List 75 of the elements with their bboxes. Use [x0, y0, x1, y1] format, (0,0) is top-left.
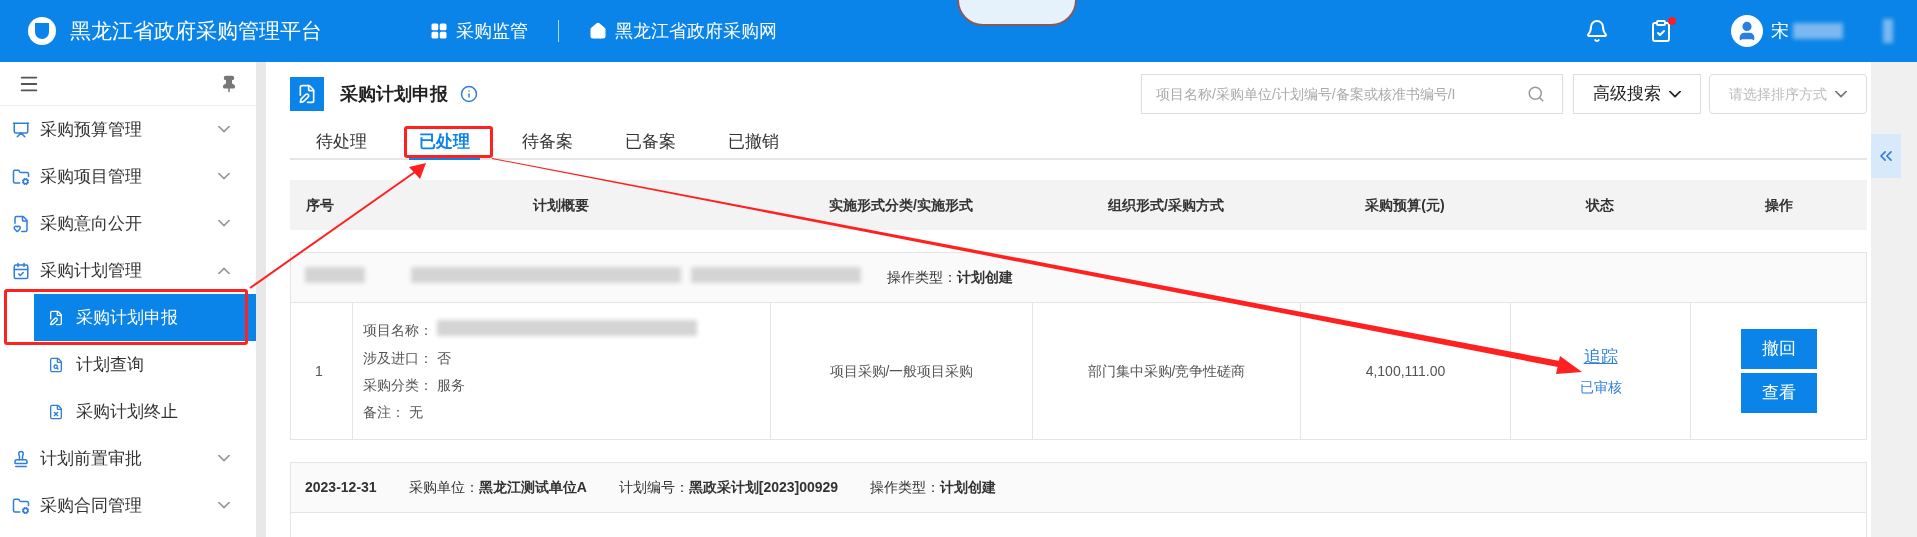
- table-cell: 项目采购/一般项目采购: [771, 303, 1033, 439]
- tab[interactable]: 待处理: [306, 126, 377, 160]
- chevron-icon: [1669, 90, 1681, 98]
- summary-line: 采购分类： 服务: [363, 375, 465, 395]
- column-header: 状态: [1584, 195, 1615, 215]
- tab[interactable]: 已备案: [615, 126, 686, 160]
- action-button[interactable]: 撤回: [1740, 329, 1817, 369]
- menu-item-icon: [48, 356, 64, 373]
- chevron-icon: [1835, 90, 1847, 98]
- chevron-icon: [218, 502, 230, 509]
- column-header: 计划概要: [531, 195, 590, 215]
- clipboard-check-icon: [1649, 19, 1673, 43]
- status-text: 已审核: [1579, 378, 1622, 398]
- column-header: 操作: [1763, 195, 1794, 215]
- column-header: 组织形式/采购方式: [1107, 195, 1225, 215]
- menu-item-icon: [12, 261, 30, 280]
- record-meta: 计划编号：黑政采计划[2023]00929: [618, 478, 839, 497]
- nav-link[interactable]: 黑龙江省政府采购网: [589, 17, 777, 45]
- column-header: 实施形式分类/实施形式: [828, 195, 974, 215]
- page-title: 采购计划申报: [340, 82, 448, 106]
- summary-line: 涉及进口： 否: [363, 348, 451, 368]
- sidebar-item[interactable]: 采购预算管理: [0, 106, 256, 153]
- sidebar-item[interactable]: 采购意向公开: [0, 200, 256, 247]
- user-name[interactable]: 宋: [1771, 17, 1789, 45]
- column-header: 序号: [305, 195, 335, 215]
- redacted-block: [1883, 19, 1893, 43]
- page-icon: [290, 77, 324, 111]
- record-meta: 2023-12-31: [305, 478, 377, 497]
- search-icon[interactable]: [1527, 85, 1545, 103]
- sidebar-subitem[interactable]: 采购计划终止: [34, 388, 256, 435]
- home-icon: [589, 22, 607, 40]
- menu-item-icon: [12, 120, 30, 139]
- summary-line: 备注： 无: [363, 402, 423, 422]
- record-meta: 采购单位：黑龙江测试单位A: [408, 478, 587, 497]
- nav-link[interactable]: 采购监管: [430, 17, 528, 45]
- sidebar-subitem[interactable]: 计划查询: [34, 341, 256, 388]
- menu-item-icon: [48, 403, 64, 420]
- pin-icon[interactable]: [220, 74, 238, 93]
- table-cell: 1: [291, 303, 353, 439]
- grid-icon: [430, 22, 448, 40]
- tab[interactable]: 已处理: [409, 126, 480, 160]
- menu-item-icon: [48, 309, 64, 326]
- track-link[interactable]: 追踪: [1583, 343, 1618, 370]
- record-meta: 操作类型：计划创建: [887, 268, 1013, 287]
- redacted-block: [305, 266, 365, 283]
- search-field[interactable]: 项目名称/采购单位/计划编号/备案或核准书编号/I: [1141, 74, 1563, 114]
- sidebar-item[interactable]: 采购项目管理: [0, 153, 256, 200]
- redacted-block: [1793, 23, 1843, 39]
- app-title: 黑龙江省政府采购管理平台: [70, 18, 323, 45]
- record-meta: 操作类型：计划创建: [870, 478, 997, 497]
- menu-item-icon: [12, 496, 30, 515]
- tab[interactable]: 已撤销: [718, 126, 789, 160]
- sidebar-item[interactable]: 采购合同管理: [0, 482, 256, 529]
- sidebar-subitem[interactable]: 采购计划申报: [34, 294, 256, 341]
- sidebar-item[interactable]: 计划前置审批: [0, 435, 256, 482]
- summary-line: 项目名称：: [363, 321, 433, 340]
- info-icon[interactable]: [460, 85, 478, 103]
- menu-item-icon: [12, 167, 30, 186]
- menu-item-icon: [12, 449, 30, 468]
- tab[interactable]: 待备案: [512, 126, 583, 160]
- column-header: 采购预算(元): [1364, 195, 1446, 215]
- user-avatar[interactable]: [1731, 15, 1763, 47]
- action-button[interactable]: 查看: [1740, 373, 1817, 413]
- collapse-panel-button[interactable]: [1871, 134, 1901, 178]
- emblem-icon: [28, 17, 56, 45]
- notification-bell-icon[interactable]: [1585, 19, 1609, 43]
- sidebar-item[interactable]: 采购计划管理: [0, 247, 256, 294]
- chevron-icon: [218, 267, 230, 274]
- chevron-icon: [218, 220, 230, 227]
- menu-item-icon: [12, 214, 30, 233]
- chevron-icon: [218, 126, 230, 133]
- task-button[interactable]: [1649, 19, 1673, 43]
- chevron-icon: [218, 455, 230, 462]
- advanced-search-button[interactable]: 高级搜索: [1573, 74, 1701, 114]
- chevron-icon: [218, 173, 230, 180]
